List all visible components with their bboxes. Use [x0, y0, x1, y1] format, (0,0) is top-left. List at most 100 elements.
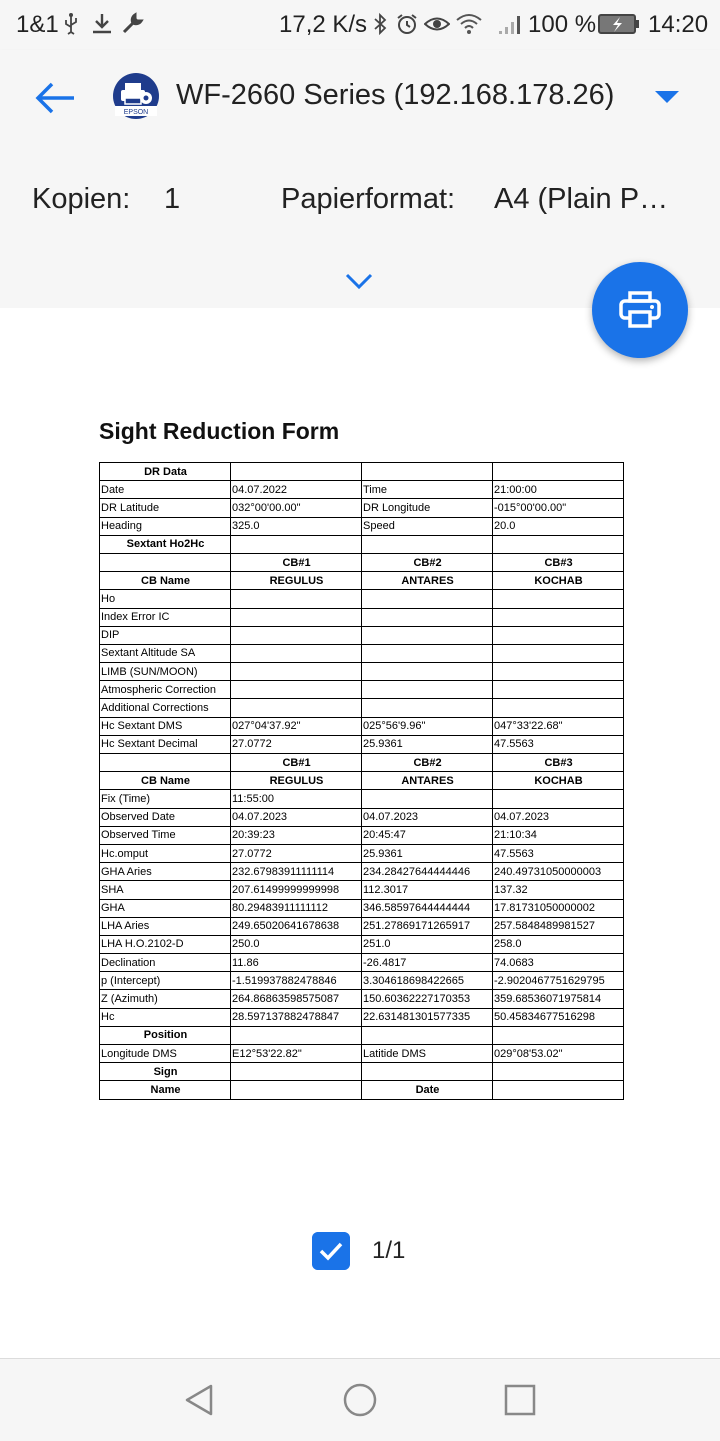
table-cell: 264.86863598575087 — [230, 989, 362, 1009]
table-cell: Sextant Ho2Hc — [99, 534, 231, 554]
table-cell: Position — [99, 1025, 231, 1046]
table-row: Sextant Altitude SA — [99, 643, 624, 664]
document-title: Sight Reduction Form — [99, 418, 340, 444]
page-count: 1/1 — [372, 1237, 406, 1264]
expand-options-chevron-icon[interactable] — [343, 269, 375, 293]
table-row: DIP — [99, 625, 624, 645]
table-cell: 207.61499999999998 — [230, 880, 362, 900]
home-nav-icon[interactable] — [343, 1383, 377, 1417]
table-cell: 27.0772 — [230, 734, 362, 755]
table-row: GHA 80.29483911111112 346.58597644444444 17… — [99, 898, 624, 918]
table-cell: 20:45:47 — [361, 825, 493, 845]
table-cell — [492, 607, 624, 627]
table-cell — [492, 589, 624, 609]
table-cell: 11:55:00 — [230, 789, 362, 809]
table-cell: 249.65020641678638 — [230, 916, 362, 936]
table-cell: KOCHAB — [492, 771, 624, 791]
table-row: Z (Azimuth) 264.86863598575087 150.6036222… — [99, 989, 624, 1009]
table-cell — [361, 789, 493, 809]
table-row: Declination 11.86 -26.4817 74.0683 — [99, 953, 624, 973]
back-arrow-icon[interactable] — [30, 78, 80, 118]
table-cell: Heading — [99, 516, 231, 536]
table-row: Fix (Time) 11:55:00 — [99, 789, 624, 809]
table-cell: CB#3 — [492, 752, 624, 773]
table-row: CB#1 CB#2 CB#3 — [99, 552, 624, 573]
table-cell — [361, 625, 493, 645]
table-cell: DR Latitude — [99, 498, 231, 518]
clock: 14:20 — [648, 11, 709, 38]
table-cell — [230, 625, 362, 645]
table-cell: 025°56'9.96" — [361, 716, 493, 736]
printer-name[interactable]: WF-2660 Series (192.168.178.26) — [176, 79, 614, 112]
recents-nav-icon[interactable] — [503, 1383, 537, 1417]
table-cell: Longitude DMS — [99, 1043, 231, 1064]
table-cell: Date — [361, 1080, 493, 1100]
table-cell: 21:10:34 — [492, 825, 624, 845]
copies-value[interactable]: 1 — [164, 183, 180, 216]
table-row: Observed Date 04.07.2023 04.07.2023 04.07.2… — [99, 807, 624, 827]
usb-icon — [65, 13, 77, 35]
table-cell: Sign — [99, 1062, 231, 1082]
table-cell: 22.631481301577335 — [361, 1007, 493, 1027]
page-checkbox-icon[interactable] — [312, 1232, 350, 1270]
table-cell: 112.3017 — [361, 880, 493, 900]
table-cell: Name — [99, 1080, 231, 1100]
table-cell: E12°53'22.82" — [230, 1043, 362, 1064]
table-row: LHA H.O.2102-D 250.0 251.0 258.0 — [99, 934, 624, 955]
paper-format-value[interactable]: A4 (Plain Paper) — [494, 183, 684, 216]
table-row: SHA 207.61499999999998 112.3017 137.32 — [99, 880, 624, 900]
table-cell: 74.0683 — [492, 953, 624, 973]
table-cell: 150.60362227170353 — [361, 989, 493, 1009]
table-cell: 25.9361 — [361, 734, 493, 755]
wifi-icon — [456, 14, 482, 34]
table-cell: REGULUS — [230, 771, 362, 791]
table-cell: 04.07.2023 — [230, 807, 362, 827]
table-row: Hc Sextant DMS 027°04'37.92" 025°56'9.96" 0… — [99, 716, 624, 736]
table-cell: 258.0 — [492, 934, 624, 955]
table-row: Observed Time 20:39:23 20:45:47 21:10:34 — [99, 825, 624, 845]
print-settings-header: EPSON WF-2660 Series (192.168.178.26) Ko… — [0, 50, 720, 308]
table-cell — [361, 662, 493, 682]
table-cell: 21:00:00 — [492, 480, 624, 500]
table-row: LHA Aries 249.65020641678638 251.278691712… — [99, 916, 624, 936]
table-cell: GHA — [99, 898, 231, 918]
table-cell: 47.5563 — [492, 843, 624, 864]
table-cell: Z (Azimuth) — [99, 989, 231, 1009]
table-cell: GHA Aries — [99, 862, 231, 882]
table-cell — [99, 752, 231, 773]
table-cell: DR Longitude — [361, 498, 493, 518]
table-cell: -015°00'00.00" — [492, 498, 624, 518]
table-cell: 029°08'53.02" — [492, 1043, 624, 1064]
table-row: Sextant Ho2Hc — [99, 534, 624, 554]
table-cell: 80.29483911111112 — [230, 898, 362, 918]
table-cell: 47.5563 — [492, 734, 624, 755]
table-cell: 250.0 — [230, 934, 362, 955]
table-cell: CB#1 — [230, 752, 362, 773]
table-cell: 032°00'00.00" — [230, 498, 362, 518]
table-cell: 047°33'22.68" — [492, 716, 624, 736]
table-cell: ANTARES — [361, 571, 493, 591]
table-cell — [99, 552, 231, 573]
table-row: Date 04.07.2022 Time 21:00:00 — [99, 480, 624, 500]
table-cell: 28.597137882478847 — [230, 1007, 362, 1027]
table-cell — [361, 680, 493, 700]
table-cell — [361, 643, 493, 664]
alarm-icon — [397, 14, 417, 34]
printer-dropdown-icon[interactable] — [652, 88, 682, 106]
table-cell: CB#2 — [361, 552, 493, 573]
table-row: DR Data — [99, 461, 624, 482]
print-preview-page[interactable]: Sight Reduction Form DR Data Date 04.07.20… — [0, 308, 720, 1358]
back-nav-icon[interactable] — [183, 1383, 217, 1417]
table-cell — [361, 1025, 493, 1046]
table-cell — [492, 680, 624, 700]
table-cell: 251.0 — [361, 934, 493, 955]
print-button[interactable] — [592, 262, 688, 358]
table-row: LIMB (SUN/MOON) — [99, 662, 624, 682]
table-cell: Latitide DMS — [361, 1043, 493, 1064]
table-cell: -26.4817 — [361, 953, 493, 973]
table-cell: Atmospheric Correction — [99, 680, 231, 700]
table-cell: 027°04'37.92" — [230, 716, 362, 736]
table-row: CB Name REGULUS ANTARES KOCHAB — [99, 571, 624, 591]
network-speed: 17,2 K/s — [279, 11, 368, 38]
table-row: Name Date — [99, 1080, 624, 1100]
